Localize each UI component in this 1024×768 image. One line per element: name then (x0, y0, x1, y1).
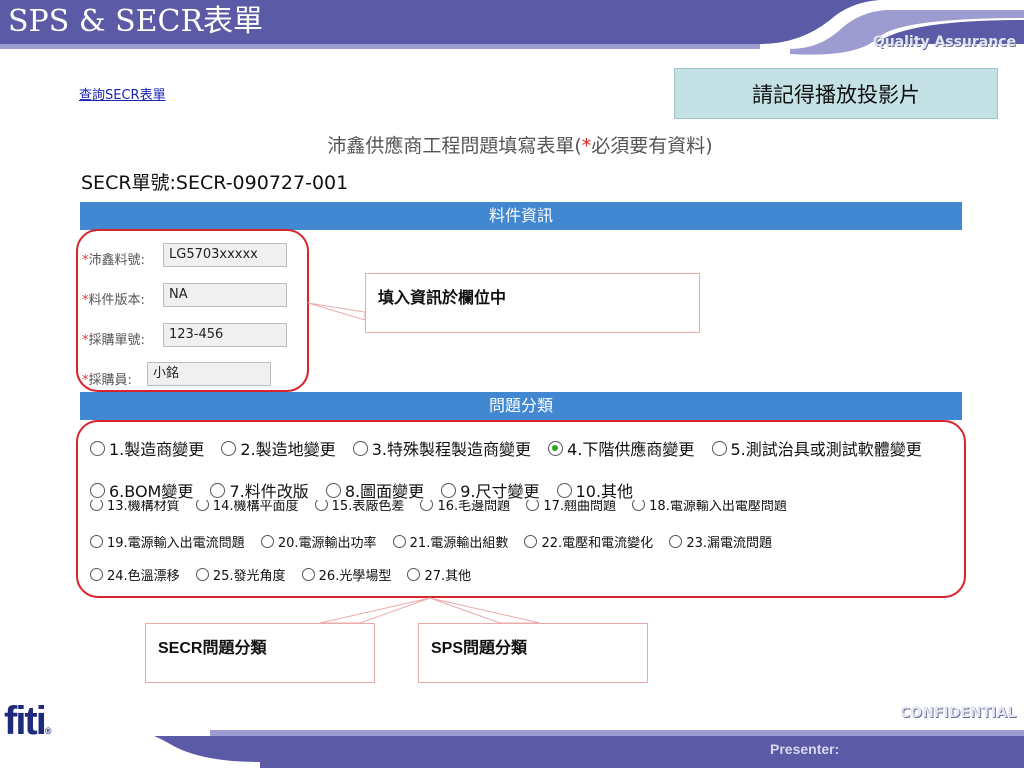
fiti-logo: fiti® (4, 699, 52, 743)
presenter-label: Presenter: (770, 741, 840, 757)
callout-sps-category: SPS問題分類 (418, 623, 648, 683)
section-item-info: 料件資訊 (80, 202, 962, 230)
quality-assurance-label: Quality Assurance (872, 34, 1016, 50)
confidential-label: CONFIDENTIAL (899, 705, 1016, 721)
callout-fill-info: 填入資訊於欄位中 (365, 273, 700, 333)
form-title: 沛鑫供應商工程問題填寫表單(*必須要有資料) (240, 131, 800, 158)
header-swoosh (760, 0, 1024, 62)
query-secr-link[interactable]: 查詢SECR表單 (79, 84, 166, 103)
header-accent-bar (0, 44, 790, 49)
note-text: 請記得播放投影片 (752, 82, 920, 107)
note-box: 請記得播放投影片 (674, 68, 998, 119)
form-title-rest: 必須要有資料) (591, 135, 713, 157)
form-title-main: 沛鑫供應商工程問題填寫表單( (327, 135, 582, 157)
callout-secr-category: SECR問題分類 (145, 623, 375, 683)
secr-number: SECR單號:SECR-090727-001 (81, 172, 349, 194)
highlight-oval-fields (76, 229, 309, 392)
slide-title: SPS & SECR表單 (8, 4, 264, 39)
section-problem-category: 問題分類 (80, 392, 962, 420)
highlight-oval-categories (76, 420, 966, 598)
required-star: * (581, 135, 592, 157)
